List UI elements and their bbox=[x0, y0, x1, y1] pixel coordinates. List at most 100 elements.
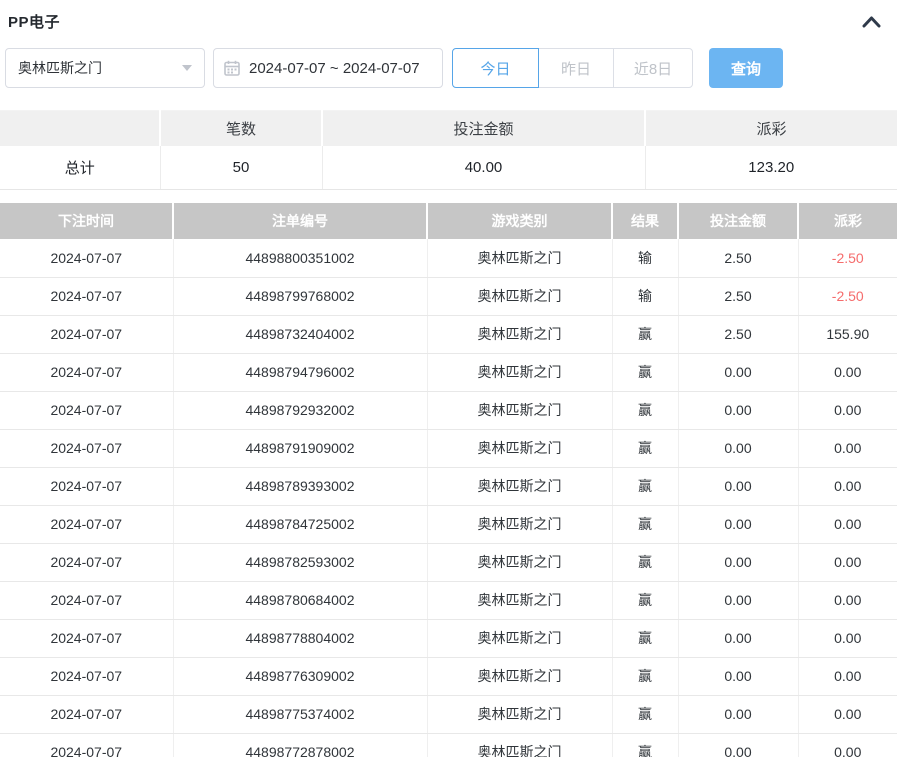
cell-order-no: 44898792932002 bbox=[173, 391, 427, 429]
game-select[interactable]: 奥林匹斯之门 bbox=[5, 48, 205, 88]
col-header-order-no: 注单编号 bbox=[173, 203, 427, 239]
cell-bet-amount: 2.50 bbox=[678, 277, 798, 315]
summary-count-value: 50 bbox=[160, 146, 322, 190]
cell-bet-time: 2024-07-07 bbox=[0, 733, 173, 757]
records-header-row: 下注时间 注单编号 游戏类别 结果 投注金额 派彩 bbox=[0, 203, 897, 239]
cell-order-no: 44898791909002 bbox=[173, 429, 427, 467]
date-range-value: 2024-07-07 ~ 2024-07-07 bbox=[249, 60, 420, 77]
table-row: 2024-07-0744898775374002奥林匹斯之门赢0.000.00 bbox=[0, 695, 897, 733]
cell-bet-amount: 0.00 bbox=[678, 581, 798, 619]
cell-game-category: 奥林匹斯之门 bbox=[427, 543, 612, 581]
cell-result: 赢 bbox=[612, 467, 678, 505]
records-table-body: 2024-07-0744898800351002奥林匹斯之门输2.50-2.50… bbox=[0, 239, 897, 757]
cell-game-category: 奥林匹斯之门 bbox=[427, 733, 612, 757]
chevron-up-icon bbox=[862, 15, 881, 28]
cell-order-no: 44898732404002 bbox=[173, 315, 427, 353]
table-row: 2024-07-0744898800351002奥林匹斯之门输2.50-2.50 bbox=[0, 239, 897, 277]
cell-payout: 0.00 bbox=[798, 353, 897, 391]
cell-result: 赢 bbox=[612, 505, 678, 543]
cell-order-no: 44898794796002 bbox=[173, 353, 427, 391]
cell-game-category: 奥林匹斯之门 bbox=[427, 239, 612, 277]
today-button[interactable]: 今日 bbox=[452, 48, 539, 88]
cell-game-category: 奥林匹斯之门 bbox=[427, 353, 612, 391]
cell-payout: 0.00 bbox=[798, 695, 897, 733]
cell-order-no: 44898776309002 bbox=[173, 657, 427, 695]
summary-col-bet-amount: 投注金额 bbox=[322, 111, 645, 146]
summary-header-row: 笔数 投注金额 派彩 bbox=[0, 111, 897, 146]
cell-payout: 0.00 bbox=[798, 429, 897, 467]
cell-game-category: 奥林匹斯之门 bbox=[427, 505, 612, 543]
table-row: 2024-07-0744898732404002奥林匹斯之门赢2.50155.9… bbox=[0, 315, 897, 353]
cell-order-no: 44898800351002 bbox=[173, 239, 427, 277]
col-header-game-category: 游戏类别 bbox=[427, 203, 612, 239]
cell-bet-amount: 0.00 bbox=[678, 619, 798, 657]
cell-result: 输 bbox=[612, 239, 678, 277]
yesterday-button[interactable]: 昨日 bbox=[538, 48, 614, 88]
cell-order-no: 44898772878002 bbox=[173, 733, 427, 757]
cell-bet-amount: 0.00 bbox=[678, 657, 798, 695]
table-row: 2024-07-0744898780684002奥林匹斯之门赢0.000.00 bbox=[0, 581, 897, 619]
table-row: 2024-07-0744898778804002奥林匹斯之门赢0.000.00 bbox=[0, 619, 897, 657]
cell-order-no: 44898789393002 bbox=[173, 467, 427, 505]
cell-payout: -2.50 bbox=[798, 239, 897, 277]
summary-payout-value: 123.20 bbox=[645, 146, 897, 190]
cell-game-category: 奥林匹斯之门 bbox=[427, 277, 612, 315]
calendar-icon bbox=[224, 60, 240, 76]
cell-bet-time: 2024-07-07 bbox=[0, 695, 173, 733]
cell-result: 输 bbox=[612, 277, 678, 315]
cell-bet-amount: 0.00 bbox=[678, 695, 798, 733]
pp-games-panel: PP电子 奥林匹斯之门 2024-07-07 ~ 2024 bbox=[0, 0, 897, 757]
cell-game-category: 奥林匹斯之门 bbox=[427, 581, 612, 619]
cell-bet-amount: 2.50 bbox=[678, 315, 798, 353]
table-row: 2024-07-0744898792932002奥林匹斯之门赢0.000.00 bbox=[0, 391, 897, 429]
cell-bet-time: 2024-07-07 bbox=[0, 391, 173, 429]
cell-bet-time: 2024-07-07 bbox=[0, 353, 173, 391]
cell-game-category: 奥林匹斯之门 bbox=[427, 657, 612, 695]
summary-total-row: 总计 50 40.00 123.20 bbox=[0, 146, 897, 190]
cell-result: 赢 bbox=[612, 315, 678, 353]
cell-payout: 155.90 bbox=[798, 315, 897, 353]
cell-game-category: 奥林匹斯之门 bbox=[427, 391, 612, 429]
cell-bet-amount: 0.00 bbox=[678, 467, 798, 505]
cell-bet-time: 2024-07-07 bbox=[0, 239, 173, 277]
cell-order-no: 44898778804002 bbox=[173, 619, 427, 657]
cell-game-category: 奥林匹斯之门 bbox=[427, 467, 612, 505]
col-header-bet-amount: 投注金额 bbox=[678, 203, 798, 239]
cell-bet-time: 2024-07-07 bbox=[0, 467, 173, 505]
query-button[interactable]: 查询 bbox=[709, 48, 783, 88]
table-row: 2024-07-0744898776309002奥林匹斯之门赢0.000.00 bbox=[0, 657, 897, 695]
cell-payout: 0.00 bbox=[798, 391, 897, 429]
cell-result: 赢 bbox=[612, 695, 678, 733]
cell-payout: -2.50 bbox=[798, 277, 897, 315]
cell-bet-amount: 0.00 bbox=[678, 733, 798, 757]
collapse-button[interactable] bbox=[862, 15, 881, 28]
summary-total-label: 总计 bbox=[0, 146, 160, 190]
cell-order-no: 44898799768002 bbox=[173, 277, 427, 315]
cell-game-category: 奥林匹斯之门 bbox=[427, 619, 612, 657]
cell-game-category: 奥林匹斯之门 bbox=[427, 429, 612, 467]
cell-bet-time: 2024-07-07 bbox=[0, 277, 173, 315]
last-8-days-button[interactable]: 近8日 bbox=[613, 48, 693, 88]
date-range-input[interactable]: 2024-07-07 ~ 2024-07-07 bbox=[213, 48, 443, 88]
cell-payout: 0.00 bbox=[798, 619, 897, 657]
table-row: 2024-07-0744898782593002奥林匹斯之门赢0.000.00 bbox=[0, 543, 897, 581]
cell-result: 赢 bbox=[612, 353, 678, 391]
summary-bet-amount-value: 40.00 bbox=[322, 146, 645, 190]
records-table: 下注时间 注单编号 游戏类别 结果 投注金额 派彩 2024-07-074489… bbox=[0, 203, 897, 757]
col-header-bet-time: 下注时间 bbox=[0, 203, 173, 239]
cell-game-category: 奥林匹斯之门 bbox=[427, 695, 612, 733]
cell-payout: 0.00 bbox=[798, 733, 897, 757]
col-header-payout: 派彩 bbox=[798, 203, 897, 239]
cell-result: 赢 bbox=[612, 429, 678, 467]
cell-bet-amount: 0.00 bbox=[678, 391, 798, 429]
quick-date-button-group: 今日 昨日 近8日 bbox=[452, 48, 693, 88]
cell-payout: 0.00 bbox=[798, 581, 897, 619]
cell-game-category: 奥林匹斯之门 bbox=[427, 315, 612, 353]
cell-bet-time: 2024-07-07 bbox=[0, 543, 173, 581]
cell-result: 赢 bbox=[612, 391, 678, 429]
cell-bet-time: 2024-07-07 bbox=[0, 657, 173, 695]
cell-order-no: 44898784725002 bbox=[173, 505, 427, 543]
cell-payout: 0.00 bbox=[798, 505, 897, 543]
summary-col-payout: 派彩 bbox=[645, 111, 897, 146]
cell-result: 赢 bbox=[612, 657, 678, 695]
